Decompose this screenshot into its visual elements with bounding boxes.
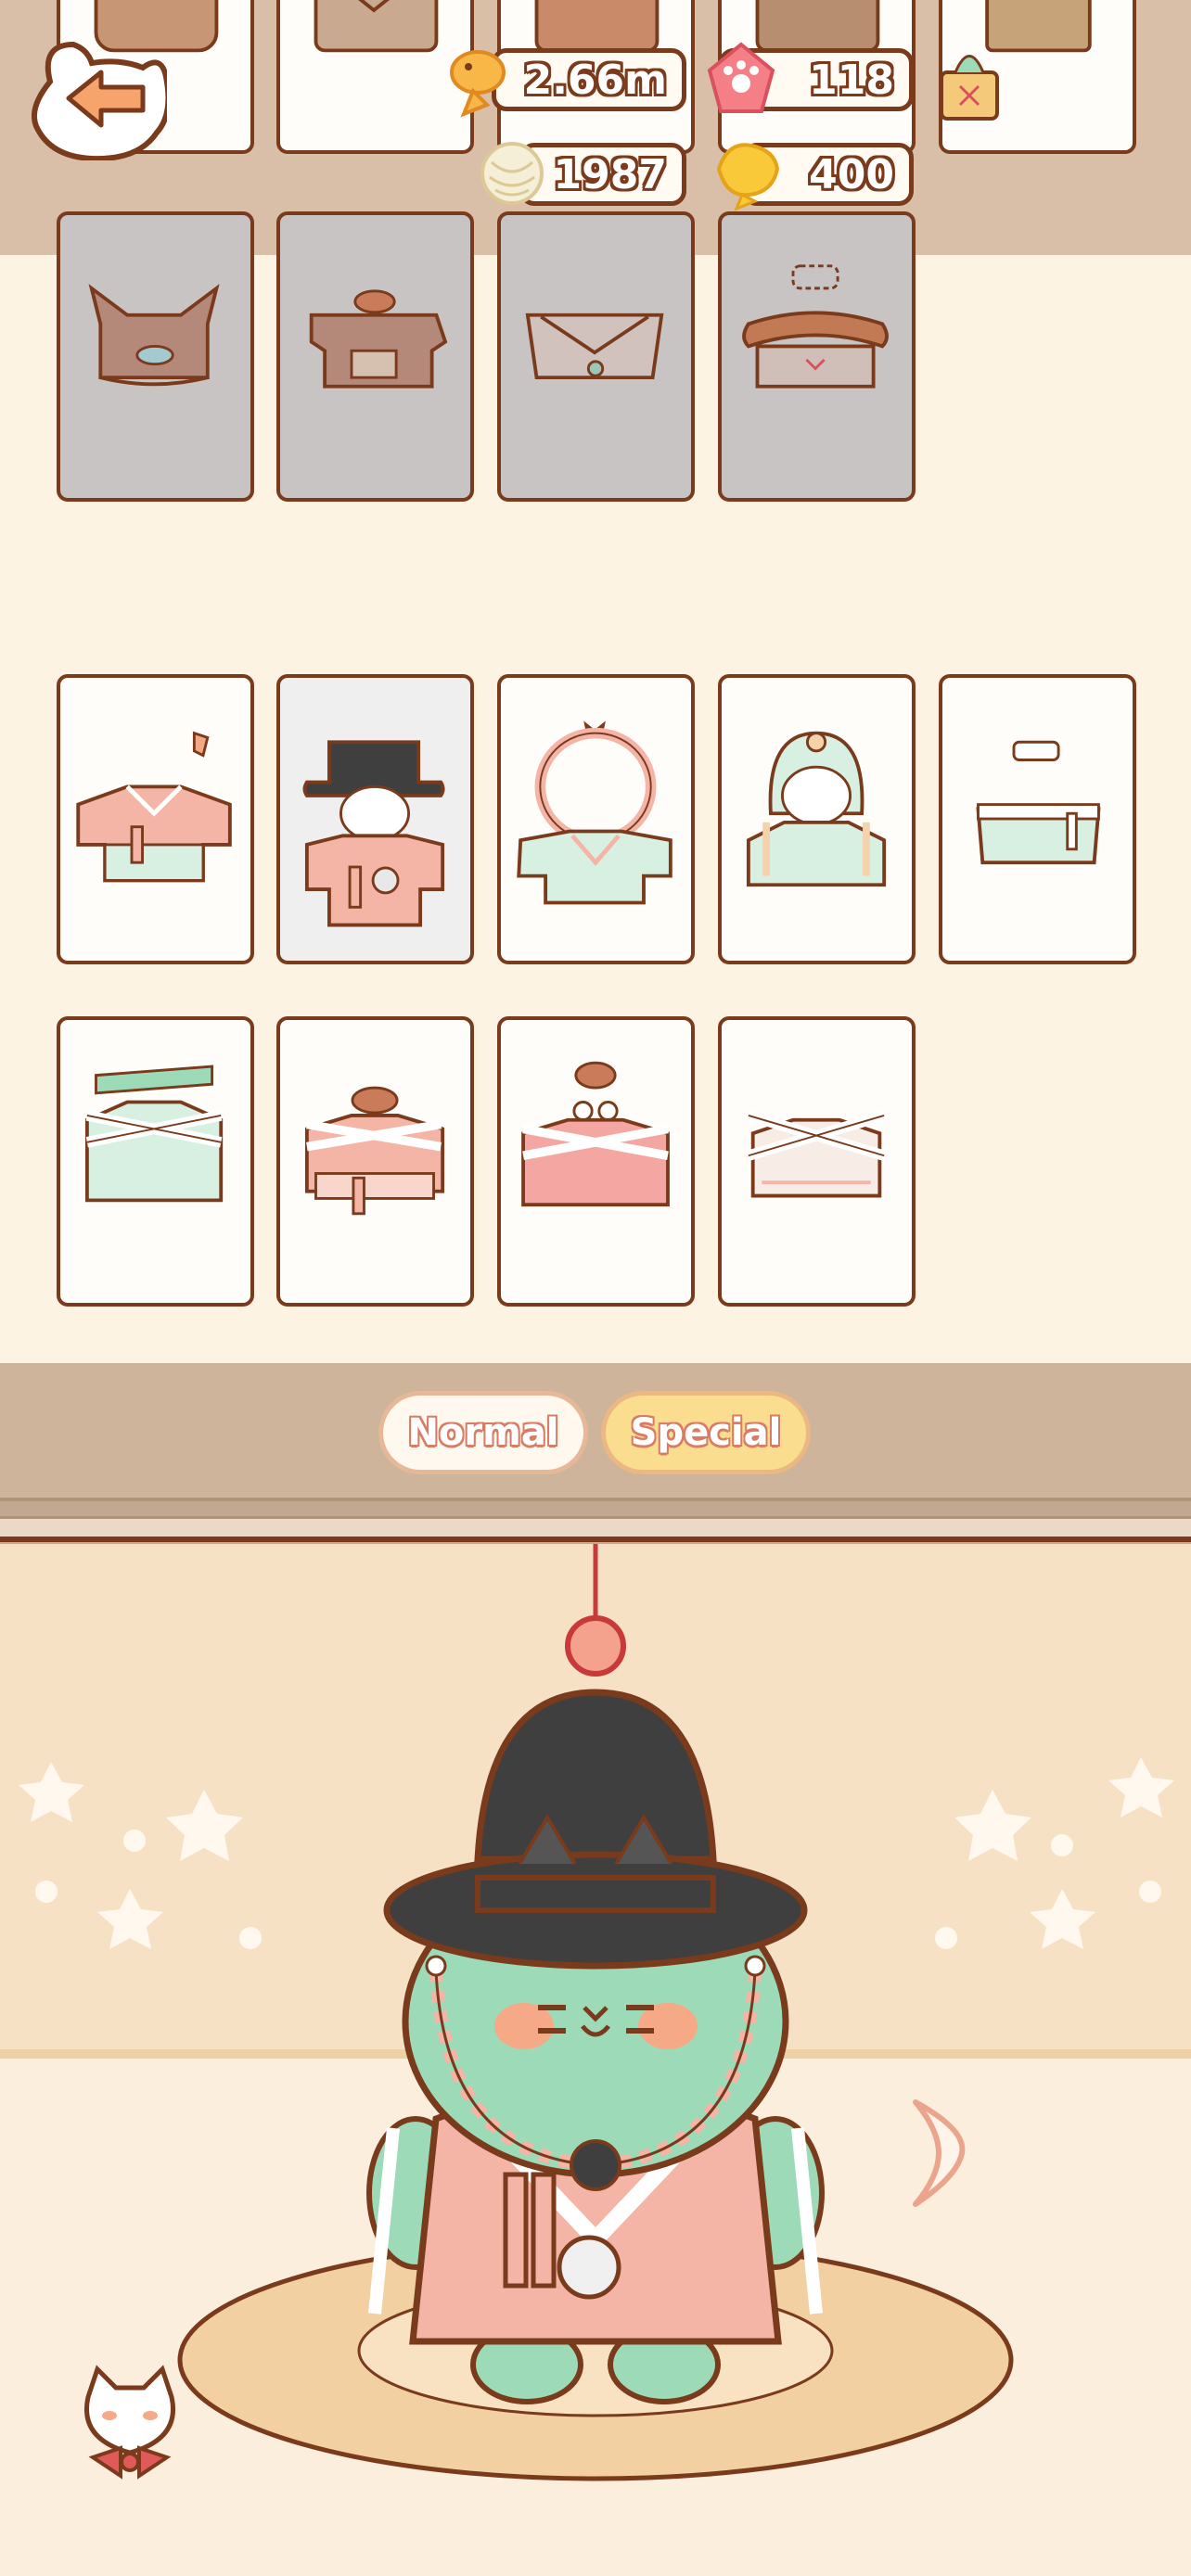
gold-fish-icon: [716, 143, 780, 211]
yarn-currency-value: 1987: [553, 150, 667, 198]
category-tab-bar: [0, 1363, 1191, 1498]
outfit-card-hanbok-crane[interactable]: [57, 674, 254, 964]
outfit-card-ear-hat-outfit[interactable]: [57, 211, 254, 502]
outfit-card-sausage-outfit[interactable]: [718, 211, 916, 502]
outfit-card-hanbok-bow[interactable]: [497, 674, 695, 964]
paw-gem-currency-value: 118: [809, 56, 894, 104]
back-arrow-icon[interactable]: [32, 35, 167, 160]
fish-currency-value: 2.66m: [523, 56, 667, 104]
gold-currency-value: 400: [809, 150, 894, 198]
outfit-card-hanbok-band[interactable]: [939, 674, 1136, 964]
outfit-card-hanbok-beret[interactable]: [276, 1016, 474, 1307]
next-outfit-arrow-icon[interactable]: [904, 2091, 969, 2212]
tab-special[interactable]: Special: [601, 1391, 811, 1474]
shelf-rail: [0, 1516, 1191, 1542]
outfit-card-hanbok-glasses[interactable]: [497, 1016, 695, 1307]
fish-currency: 2.66m: [492, 48, 686, 111]
yarn-icon: [480, 142, 544, 205]
paw-gem-icon: [707, 42, 775, 113]
outfit-card-hanbok-hood[interactable]: [718, 674, 916, 964]
outfit-card-hanbok-cream[interactable]: [718, 1016, 916, 1307]
helper-cat-icon[interactable]: [74, 2355, 186, 2485]
outfit-card-hanbok-mint[interactable]: [57, 1016, 254, 1307]
tab-normal[interactable]: Normal: [378, 1391, 588, 1474]
outfit-card-hanbok-gat[interactable]: [276, 674, 474, 964]
outfit-card-collar-vest[interactable]: [497, 211, 695, 502]
fish-icon: [450, 50, 506, 118]
gift-basket-icon[interactable]: [932, 35, 1006, 128]
outfit-card-fur-beret-outfit[interactable]: [276, 211, 474, 502]
